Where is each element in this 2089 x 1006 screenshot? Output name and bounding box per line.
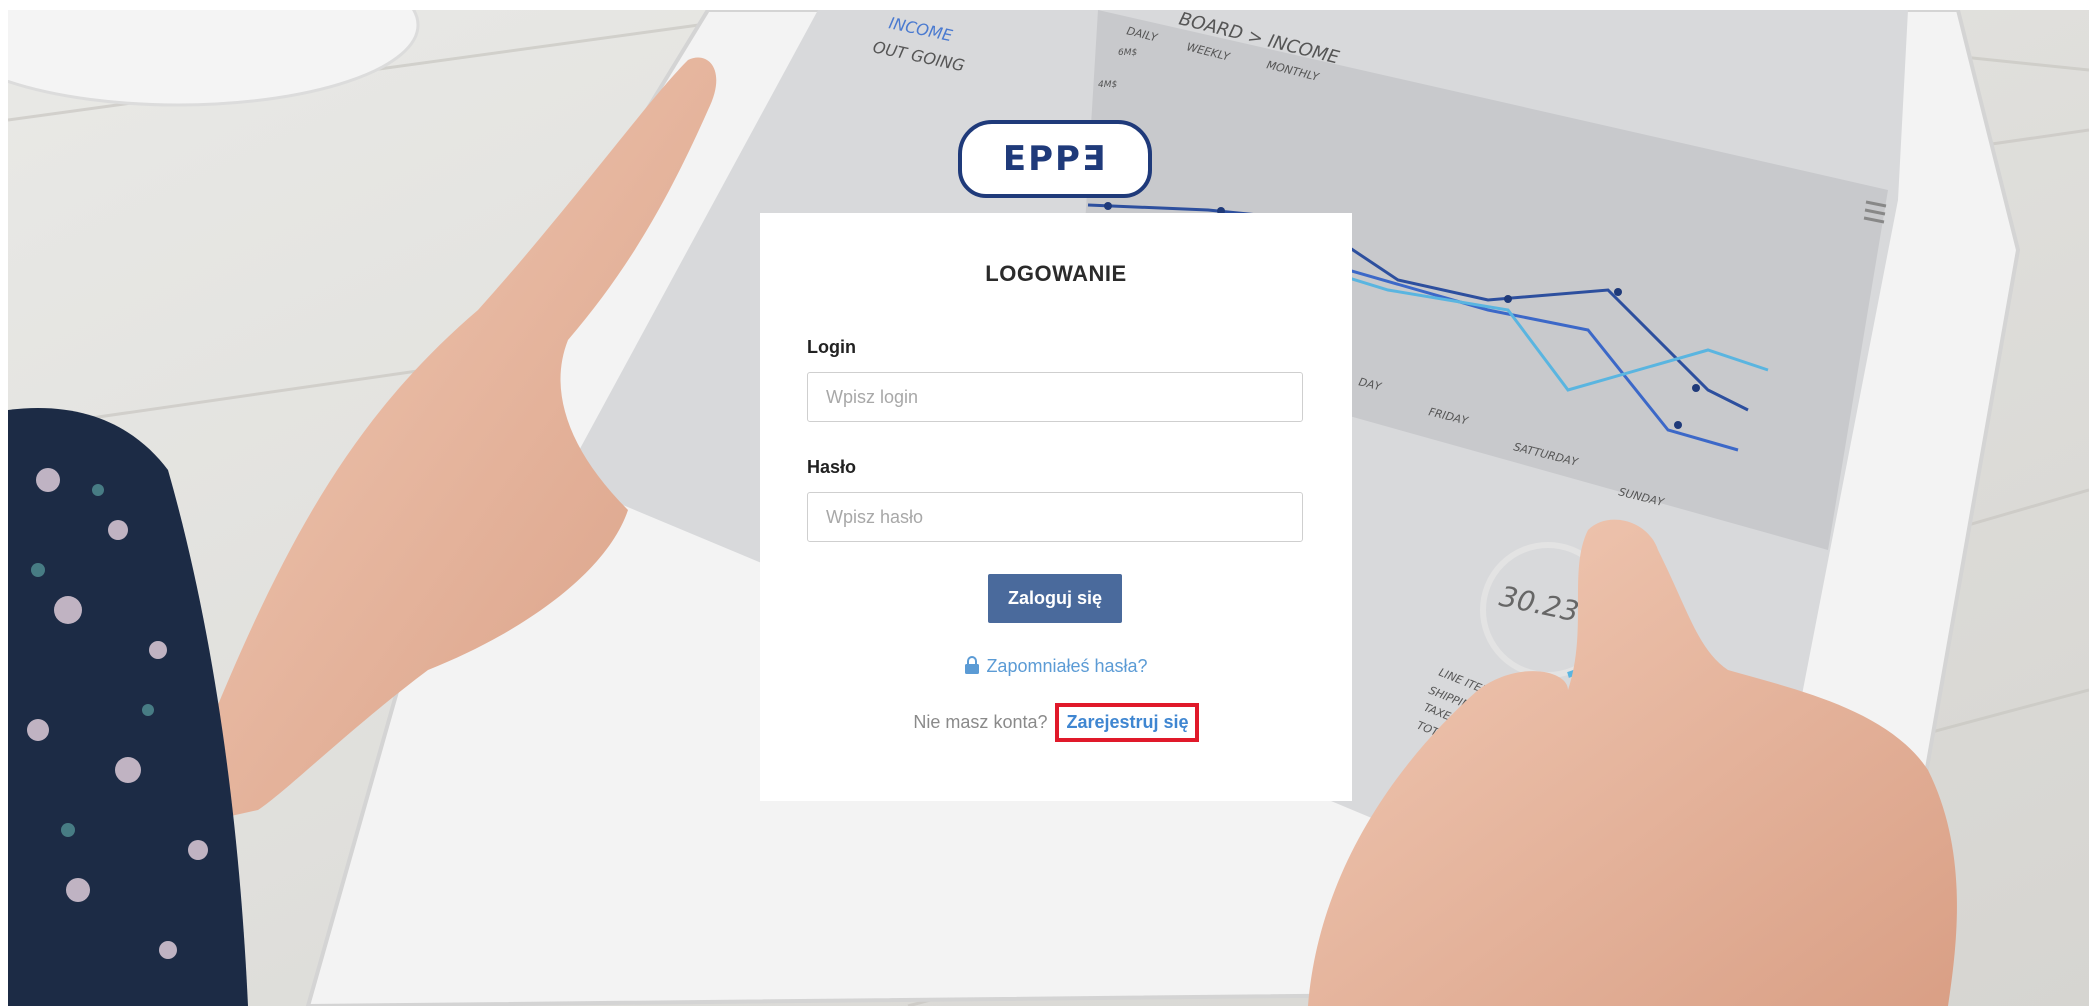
register-row: Nie masz konta? Zarejestruj się: [760, 703, 1352, 742]
forgot-password-link[interactable]: Zapomniałeś hasła?: [964, 656, 1148, 679]
password-input[interactable]: [807, 492, 1303, 542]
register-link[interactable]: Zarejestruj się: [1054, 703, 1199, 742]
login-input[interactable]: [807, 372, 1303, 422]
forgot-password-row: Zapomniałeś hasła?: [760, 656, 1352, 679]
login-page: INCOME OUT GOING BOARD > INCOME DAILY WE…: [0, 0, 2089, 1006]
logo-text: EPPƎ: [1002, 139, 1108, 179]
register-prompt: Nie masz konta?: [913, 712, 1048, 732]
tablet-y-label: 6M$: [1118, 48, 1137, 58]
forgot-password-label: Zapomniałeś hasła?: [986, 656, 1148, 676]
tablet-y-label: 4M$: [1098, 80, 1117, 90]
password-label: Hasło: [807, 457, 857, 477]
login-label: Login: [807, 337, 856, 357]
brand-logo: EPPƎ: [958, 120, 1152, 198]
lock-icon: [964, 656, 980, 679]
login-button[interactable]: Zaloguj się: [988, 574, 1122, 623]
login-title: LOGOWANIE: [985, 261, 1127, 286]
login-card: LOGOWANIE Login Hasło Zaloguj się Zapomn…: [760, 213, 1352, 801]
